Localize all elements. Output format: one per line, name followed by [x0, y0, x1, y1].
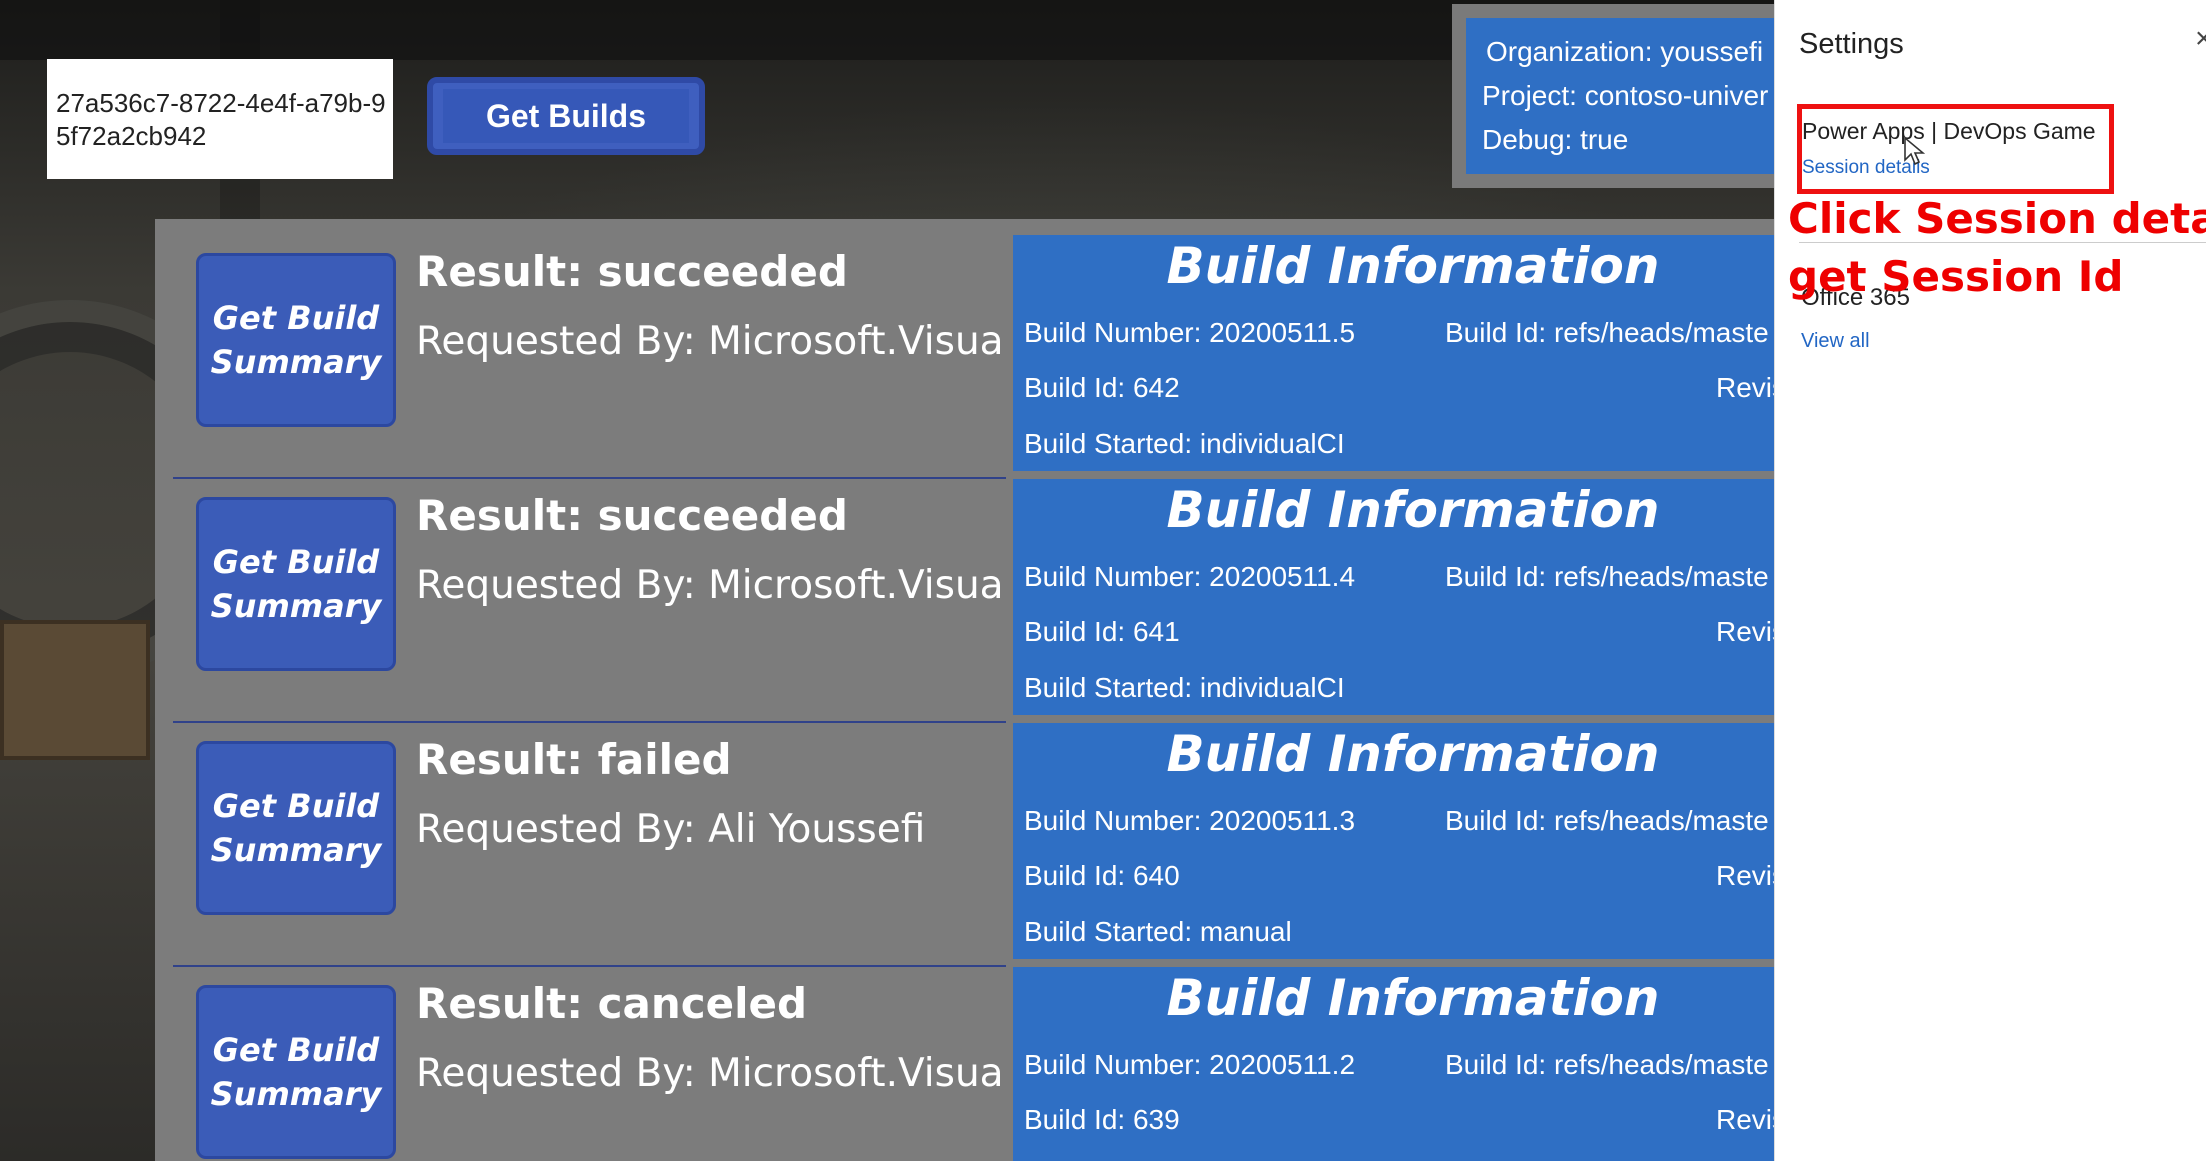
get-build-summary-button[interactable]: Get Build Summary	[196, 253, 396, 427]
close-icon[interactable]: ×	[2195, 22, 2206, 56]
button-label-line1: Get Build	[212, 1031, 380, 1069]
app-breadcrumb: Power Apps | DevOps Game	[1802, 118, 2096, 144]
build-ref: Build Id: refs/heads/maste	[1445, 561, 1769, 592]
button-label-line1: Get Build	[212, 543, 380, 581]
mouse-cursor-icon	[1904, 136, 1925, 166]
build-result: Result: succeeded	[416, 491, 848, 540]
build-ref: Build Id: refs/heads/maste	[1445, 1049, 1769, 1080]
button-label-line2: Summary	[210, 831, 382, 869]
build-row: Get Build Summary Result: succeeded Requ…	[173, 235, 1774, 479]
settings-panel: Settings × Power Apps | DevOps Game Sess…	[1774, 0, 2206, 1161]
build-row-summary: Get Build Summary Result: succeeded Requ…	[173, 235, 1006, 479]
build-information-title: Build Information	[1166, 481, 1660, 539]
session-id-text: 27a536c7-8722-4e4f-a79b-95f72a2cb942	[56, 88, 386, 151]
organization-label: Organization: youssefi	[1486, 36, 1764, 67]
build-id: Build Id: 640	[1024, 860, 1180, 891]
build-row: Get Build Summary Result: canceled Reque…	[173, 967, 1774, 1161]
project-label: Project: contoso-univer	[1482, 80, 1769, 111]
build-ref: Build Id: refs/heads/maste	[1445, 805, 1769, 836]
build-information-title: Build Information	[1166, 969, 1660, 1027]
button-label-line1: Get Build	[212, 787, 380, 825]
build-started: Build Started: individualCI	[1024, 428, 1345, 459]
build-list-frame: Get Build Summary Result: succeeded Requ…	[155, 219, 1774, 1161]
instruction-annotation: Click Session details get Session Id	[1788, 190, 2206, 306]
build-information-title: Build Information	[1166, 725, 1660, 783]
build-row: Get Build Summary Result: succeeded Requ…	[173, 479, 1774, 723]
button-label-line2: Summary	[210, 343, 382, 381]
build-id: Build Id: 642	[1024, 372, 1180, 403]
build-information-card: Build Information Build Number: 20200511…	[1013, 479, 1774, 715]
build-number: Build Number: 20200511.2	[1024, 1049, 1356, 1080]
build-ref: Build Id: refs/heads/maste	[1445, 317, 1769, 348]
build-row-summary: Get Build Summary Result: failed Request…	[173, 723, 1006, 967]
build-list[interactable]: Get Build Summary Result: succeeded Requ…	[173, 235, 1774, 1161]
revision-number: Revision Number:	[1716, 616, 1774, 647]
build-id: Build Id: 641	[1024, 616, 1180, 647]
build-number: Build Number: 20200511.3	[1024, 805, 1356, 836]
get-build-summary-button[interactable]: Get Build Summary	[196, 497, 396, 671]
requested-by: Requested By: Microsoft.VisualStu	[416, 319, 1006, 364]
org-info-panel: Organization: youssefi Project: contoso-…	[1452, 4, 1774, 188]
get-build-summary-button[interactable]: Get Build Summary	[196, 741, 396, 915]
build-row: Get Build Summary Result: failed Request…	[173, 723, 1774, 967]
get-build-summary-button[interactable]: Get Build Summary	[196, 985, 396, 1159]
get-builds-label: Get Builds	[443, 89, 689, 143]
build-started: Build Started: manual	[1024, 916, 1292, 947]
settings-title: Settings	[1799, 28, 1904, 60]
build-number: Build Number: 20200511.5	[1024, 317, 1356, 348]
button-label-line2: Summary	[210, 1075, 382, 1113]
view-all-link[interactable]: View all	[1801, 330, 1870, 353]
build-result: Result: failed	[416, 735, 732, 784]
requested-by: Requested By: Ali Youssefi	[416, 807, 926, 852]
build-information-card: Build Information Build Number: 20200511…	[1013, 235, 1774, 471]
requested-by: Requested By: Microsoft.VisualStu	[416, 1051, 1006, 1096]
build-information-card: Build Information Build Number: 20200511…	[1013, 967, 1774, 1161]
button-label-line2: Summary	[210, 587, 382, 625]
session-id-display[interactable]: 27a536c7-8722-4e4f-a79b-95f72a2cb942	[47, 59, 393, 179]
requested-by: Requested By: Microsoft.VisualStu	[416, 563, 1006, 608]
build-result: Result: canceled	[416, 979, 808, 1028]
build-information-card: Build Information Build Number: 20200511…	[1013, 723, 1774, 959]
build-number: Build Number: 20200511.4	[1024, 561, 1356, 592]
build-row-summary: Get Build Summary Result: canceled Reque…	[173, 967, 1006, 1161]
annotation-line2: get Session Id	[1788, 252, 2124, 301]
annotation-line1: Click Session details	[1788, 194, 2206, 243]
get-builds-button[interactable]: Get Builds	[427, 77, 705, 155]
revision-number: Revision Number:	[1716, 860, 1774, 891]
build-result: Result: succeeded	[416, 247, 848, 296]
build-id: Build Id: 639	[1024, 1104, 1180, 1135]
debug-label: Debug: true	[1482, 124, 1629, 155]
revision-number: Revision Number:	[1716, 372, 1774, 403]
revision-number: Revision Number:	[1716, 1104, 1774, 1135]
build-information-title: Build Information	[1166, 237, 1660, 295]
button-label-line1: Get Build	[212, 299, 380, 337]
build-row-summary: Get Build Summary Result: succeeded Requ…	[173, 479, 1006, 723]
build-started: Build Started: individualCI	[1024, 672, 1345, 703]
